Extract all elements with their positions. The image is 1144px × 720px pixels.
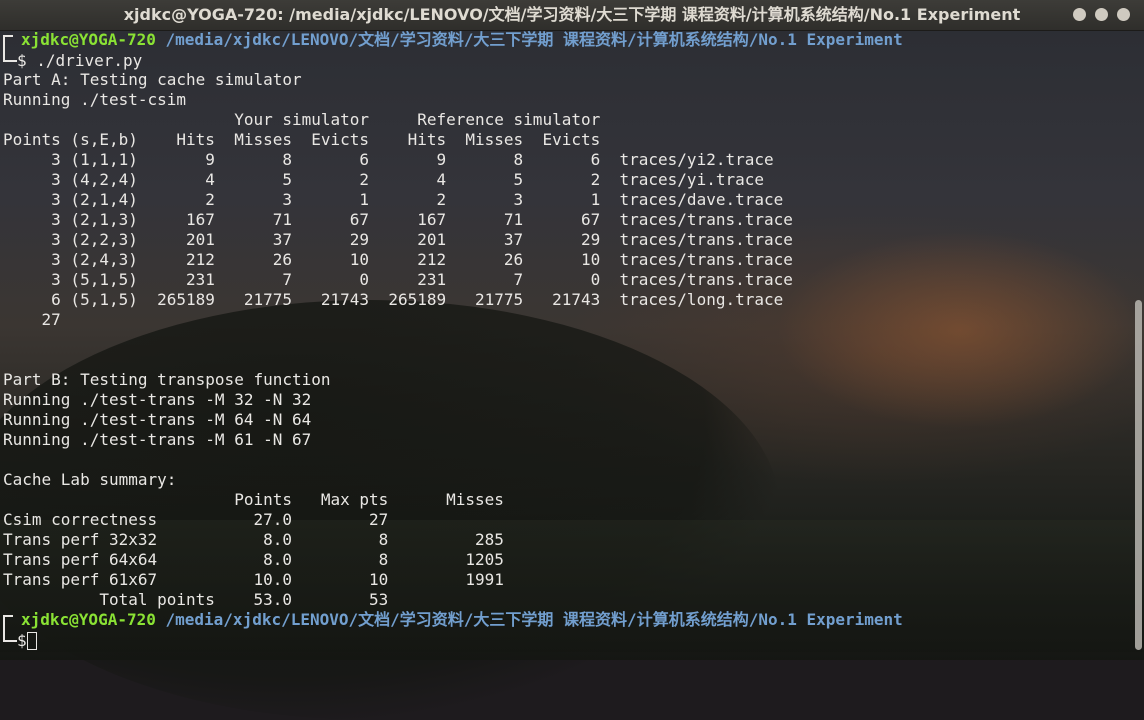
command-line: $ ./driver.py (3, 50, 1123, 70)
output-line: Csim correctness 27.0 27 (3, 510, 389, 529)
window-title: xjdkc@YOGA-720: /media/xjdkc/LENOVO/文档/学… (123, 5, 1021, 24)
output-line: Part B: Testing transpose function (3, 370, 331, 389)
output-line: Trans perf 64x64 8.0 8 1205 (3, 550, 504, 569)
output-line: 3 (2,4,3) 212 26 10 212 26 10 traces/tra… (3, 250, 793, 269)
output-line: Running ./test-trans -M 64 -N 64 (3, 410, 312, 429)
prompt-line: xjdkc@YOGA-720 /media/xjdkc/LENOVO/文档/学习… (3, 610, 1123, 631)
prompt-user-host: xjdkc@YOGA-720 (21, 30, 156, 49)
prompt-path: /media/xjdkc/LENOVO/文档/学习资料/大三下学期 课程资料/计… (165, 610, 903, 629)
prompt-line: xjdkc@YOGA-720 /media/xjdkc/LENOVO/文档/学习… (3, 30, 1123, 51)
prompt-symbol: $ (17, 631, 27, 650)
close-button[interactable] (1117, 8, 1130, 21)
output-line: Your simulator Reference simulator (3, 110, 601, 129)
input-line[interactable]: $ (3, 630, 1123, 650)
output-line: 6 (5,1,5) 265189 21775 21743 265189 2177… (3, 290, 784, 309)
output-line: 3 (1,1,1) 9 8 6 9 8 6 traces/yi2.trace (3, 150, 774, 169)
output-line: 3 (2,1,3) 167 71 67 167 71 67 traces/tra… (3, 210, 793, 229)
prompt-user-host: xjdkc@YOGA-720 (21, 610, 156, 629)
text-cursor (26, 632, 37, 650)
output-line: 3 (4,2,4) 4 5 2 4 5 2 traces/yi.trace (3, 170, 764, 189)
command-text: ./driver.py (36, 51, 143, 70)
scrollbar[interactable] (1135, 300, 1142, 650)
output-line: Total points 53.0 53 (3, 590, 389, 609)
output-line: Cache Lab summary: (3, 470, 177, 489)
prompt-symbol: $ (17, 51, 27, 70)
output-line: Points (s,E,b) Hits Misses Evicts Hits M… (3, 130, 601, 149)
output-line: Trans perf 61x67 10.0 10 1991 (3, 570, 504, 589)
output-line: Part A: Testing cache simulator (3, 70, 302, 89)
window-controls (1073, 8, 1130, 21)
output-line: Trans perf 32x32 8.0 8 285 (3, 530, 504, 549)
terminal-output[interactable]: xjdkc@YOGA-720 /media/xjdkc/LENOVO/文档/学习… (3, 30, 1123, 650)
output-line: 27 (3, 310, 61, 329)
prompt-path: /media/xjdkc/LENOVO/文档/学习资料/大三下学期 课程资料/计… (165, 30, 903, 49)
output-line: Running ./test-csim (3, 90, 187, 109)
prompt-corner-bottom-icon (3, 50, 17, 62)
prompt-corner-icon (3, 35, 13, 51)
output-line: 3 (2,1,4) 2 3 1 2 3 1 traces/dave.trace (3, 190, 784, 209)
output-line: 3 (5,1,5) 231 7 0 231 7 0 traces/trans.t… (3, 270, 793, 289)
prompt-corner-icon (3, 615, 13, 631)
maximize-button[interactable] (1095, 8, 1108, 21)
output-line: Running ./test-trans -M 61 -N 67 (3, 430, 312, 449)
prompt-corner-bottom-icon (3, 630, 17, 642)
output-line: 3 (2,2,3) 201 37 29 201 37 29 traces/tra… (3, 230, 793, 249)
output-line: Running ./test-trans -M 32 -N 32 (3, 390, 312, 409)
output-line: Points Max pts Misses (3, 490, 504, 509)
minimize-button[interactable] (1073, 8, 1086, 21)
window-titlebar[interactable]: xjdkc@YOGA-720: /media/xjdkc/LENOVO/文档/学… (0, 0, 1144, 31)
